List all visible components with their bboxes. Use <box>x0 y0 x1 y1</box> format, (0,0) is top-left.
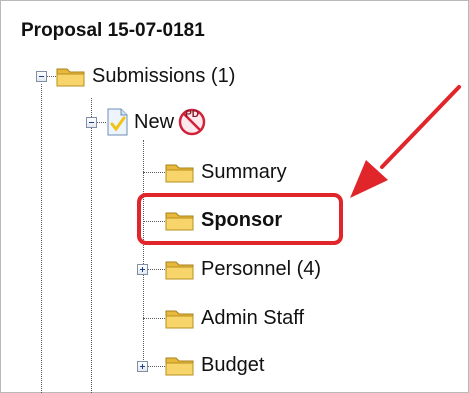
pointer-arrow-icon <box>350 85 461 198</box>
